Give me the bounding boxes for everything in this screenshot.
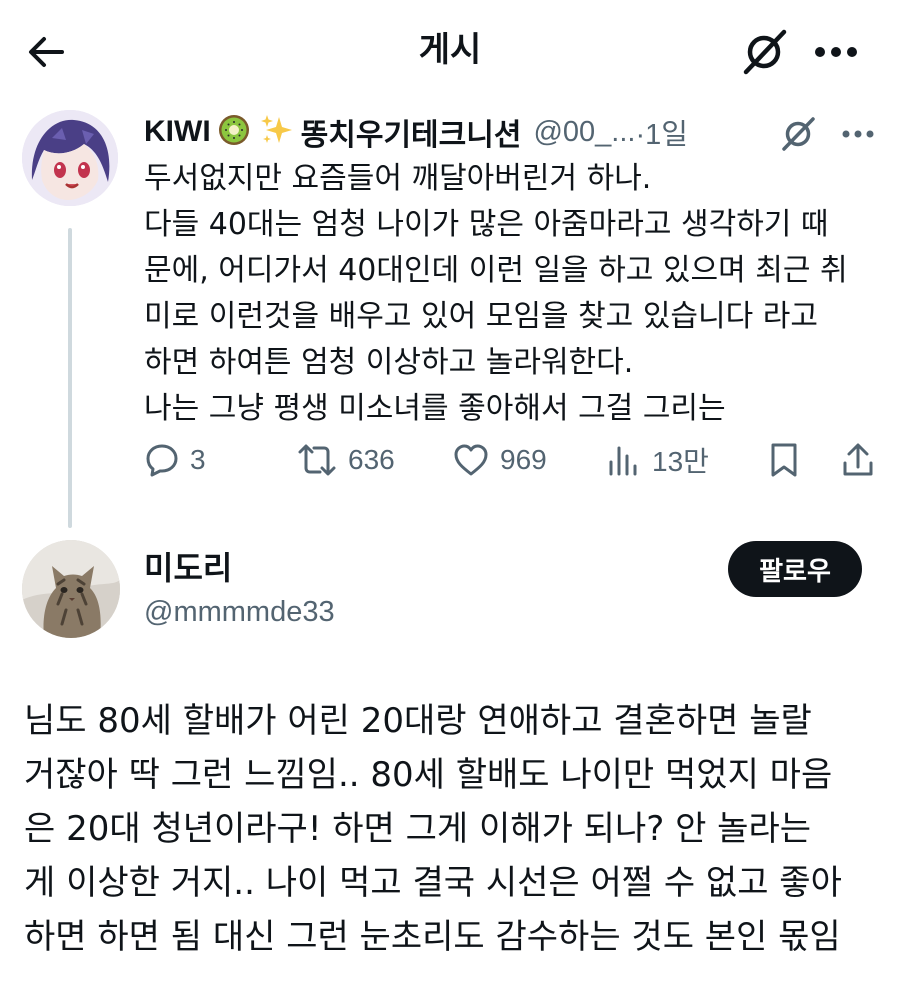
text-line: 은 20대 청년이라구! 하면 그게 이해가 되나? 안 놀라는 xyxy=(24,809,811,849)
parent-author-handle[interactable]: @00_... xyxy=(533,116,635,149)
bookmark-icon xyxy=(771,443,797,477)
text-line: 미로 이런것을 배우고 있어 모임을 찾고 있습니다 라고 xyxy=(144,299,818,334)
parent-tweet-text[interactable]: 두서없지만 요즘들어 깨달아버린거 하나. 다들 40대는 엄청 나이가 많은 … xyxy=(144,156,884,432)
grok-slash-icon xyxy=(782,117,815,151)
retweet-button[interactable]: 636 xyxy=(296,434,395,486)
more-dots-icon xyxy=(815,47,857,57)
anime-girl-avatar-image xyxy=(22,110,118,206)
more-dots-icon xyxy=(842,130,874,138)
parent-tweet-actions: 3 636 969 13만 xyxy=(140,434,884,486)
text-line: 게 이상한 거지.. 나이 먹고 결국 시선은 어쩔 수 없고 좋아 xyxy=(24,863,842,903)
text-line: 하면 하여튼 엄청 이상하고 놀라워한다. xyxy=(144,345,634,380)
thread-connector-line xyxy=(68,228,72,528)
like-count: 969 xyxy=(500,444,547,475)
reply-count: 3 xyxy=(190,444,206,475)
text-line: 다들 40대는 엄청 나이가 많은 아줌마라고 생각하기 때 xyxy=(144,207,829,242)
share-icon xyxy=(843,443,873,476)
main-author-avatar[interactable] xyxy=(22,540,120,638)
main-author-handle[interactable]: @mmmmde33 xyxy=(144,594,335,630)
parent-author-avatar[interactable] xyxy=(22,110,118,206)
views-button[interactable]: 13만 xyxy=(606,434,709,486)
parent-tweet-time[interactable]: ·1일 xyxy=(635,111,687,153)
top-bar: 게시 xyxy=(0,0,900,100)
grok-button[interactable] xyxy=(736,24,792,80)
like-button[interactable]: 969 xyxy=(452,434,547,486)
kiwi-emoji-icon xyxy=(217,113,251,151)
text-line: 님도 80세 할배가 어린 20대랑 연애하고 결혼하면 놀랄 xyxy=(24,701,812,741)
main-author-name[interactable]: 미도리 xyxy=(144,548,232,588)
reply-bubble-icon xyxy=(146,444,178,477)
parent-more-button[interactable] xyxy=(832,110,884,158)
retweet-count: 636 xyxy=(348,444,395,475)
text-line: 문에, 어디가서 40대인데 이런 일을 하고 있으며 최근 취 xyxy=(144,253,848,288)
parent-tweet-header: KIWI 똥치우기테크니션 @00_... ·1일 xyxy=(144,110,688,154)
text-line: 나는 그냥 평생 미소녀를 좋아해서 그걸 그리는 xyxy=(144,391,726,426)
parent-author-name[interactable]: KIWI xyxy=(144,115,211,149)
cat-avatar-image xyxy=(22,540,120,638)
bookmark-button[interactable] xyxy=(766,434,802,486)
views-bar-icon xyxy=(609,446,637,476)
reply-button[interactable]: 3 xyxy=(144,434,206,486)
text-line: 하면 하면 됨 대신 그런 눈초리도 감수하는 것도 본인 몫임 xyxy=(24,917,841,957)
retweet-icon xyxy=(298,444,336,476)
main-tweet-text[interactable]: 님도 80세 할배가 어린 20대랑 연애하고 결혼하면 놀랄 거잖아 딱 그런… xyxy=(24,694,884,964)
more-options-button[interactable] xyxy=(808,26,864,78)
text-line: 거잖아 딱 그런 느낌임.. 80세 할배도 나이만 먹었지 마음 xyxy=(24,755,833,795)
parent-grok-button[interactable] xyxy=(772,110,824,158)
follow-button[interactable]: 팔로우 xyxy=(728,541,862,597)
views-count: 13만 xyxy=(652,446,709,477)
heart-icon xyxy=(454,444,488,476)
share-button[interactable] xyxy=(840,434,876,486)
text-line: 두서없지만 요즘들어 깨달아버린거 하나. xyxy=(144,161,652,196)
grok-slash-icon xyxy=(743,29,787,75)
parent-author-name-suffix[interactable]: 똥치우기테크니션 xyxy=(301,110,522,154)
sparkles-emoji-icon xyxy=(259,113,295,151)
